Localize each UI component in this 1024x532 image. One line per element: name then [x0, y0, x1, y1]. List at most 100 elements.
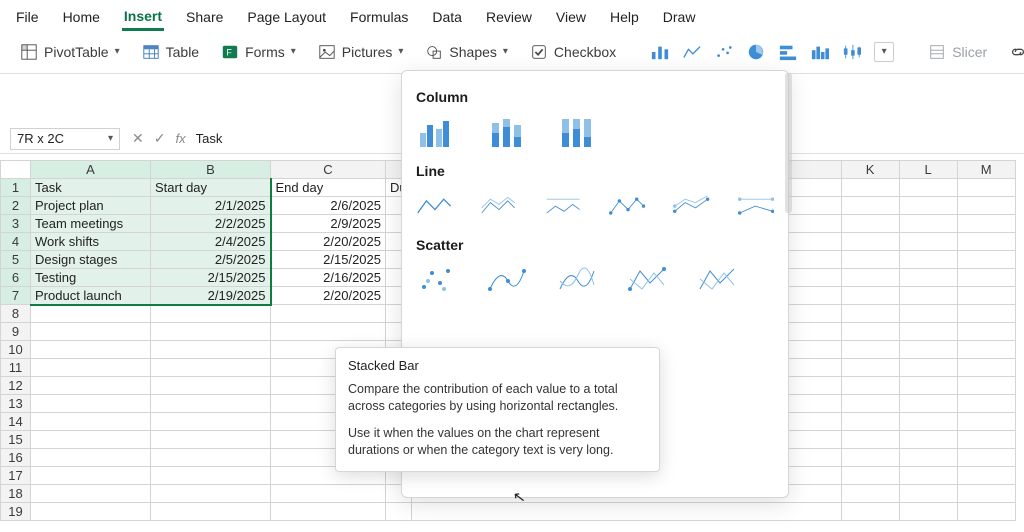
percent-stacked-column-button[interactable] [556, 115, 598, 149]
cell[interactable] [899, 179, 957, 197]
chart-pie-icon[interactable] [746, 43, 766, 61]
tab-data[interactable]: Data [430, 5, 464, 29]
row-header[interactable]: 14 [1, 413, 31, 431]
link-button[interactable]: Link [1003, 39, 1024, 65]
cell[interactable]: 2/5/2025 [151, 251, 271, 269]
col-header-M[interactable]: M [957, 161, 1015, 179]
cell[interactable]: 2/20/2025 [271, 233, 386, 251]
percent-line-markers-button[interactable] [738, 189, 774, 223]
tab-file[interactable]: File [14, 5, 41, 29]
tab-share[interactable]: Share [184, 5, 225, 29]
slicer-icon [928, 43, 946, 61]
row-header[interactable]: 10 [1, 341, 31, 359]
scatter-smooth-button[interactable] [556, 263, 598, 297]
tab-review[interactable]: Review [484, 5, 534, 29]
chart-column-icon[interactable] [650, 43, 670, 61]
pictures-label: Pictures [342, 44, 393, 60]
chart-scatter-icon[interactable] [714, 43, 734, 61]
mouse-cursor-icon: ↖ [512, 487, 527, 507]
cell[interactable]: 2/16/2025 [271, 269, 386, 287]
stacked-line-button[interactable] [480, 189, 516, 223]
pivottable-button[interactable]: PivotTable▾ [14, 39, 126, 65]
tab-insert[interactable]: Insert [122, 4, 164, 31]
panel-scrollbar[interactable] [785, 73, 792, 213]
cell[interactable]: Task [31, 179, 151, 197]
cell[interactable]: 2/1/2025 [151, 197, 271, 215]
cell[interactable]: 2/2/2025 [151, 215, 271, 233]
select-all-corner[interactable] [1, 161, 31, 179]
row-header[interactable]: 12 [1, 377, 31, 395]
fx-icon[interactable]: fx [175, 131, 185, 146]
cell[interactable]: Testing [31, 269, 151, 287]
cell[interactable]: 2/15/2025 [271, 251, 386, 269]
row-header[interactable]: 19 [1, 503, 31, 521]
tab-formulas[interactable]: Formulas [348, 5, 410, 29]
cell[interactable]: Project plan [31, 197, 151, 215]
row-header[interactable]: 3 [1, 215, 31, 233]
row-header[interactable]: 4 [1, 233, 31, 251]
cell[interactable]: 2/19/2025 [151, 287, 271, 305]
tab-page-layout[interactable]: Page Layout [245, 5, 328, 29]
row-header[interactable]: 18 [1, 485, 31, 503]
col-header-B[interactable]: B [151, 161, 271, 179]
forms-button[interactable]: F Forms▾ [215, 39, 302, 65]
row-header[interactable]: 2 [1, 197, 31, 215]
shapes-button[interactable]: Shapes▾ [419, 39, 514, 65]
line-button[interactable] [416, 189, 452, 223]
stacked-column-button[interactable] [486, 115, 528, 149]
cell[interactable]: 2/15/2025 [151, 269, 271, 287]
col-header-L[interactable]: L [899, 161, 957, 179]
row-header[interactable]: 6 [1, 269, 31, 287]
table-button[interactable]: Table [136, 39, 205, 65]
col-header-A[interactable]: A [31, 161, 151, 179]
row-header[interactable]: 11 [1, 359, 31, 377]
cell[interactable]: End day [271, 179, 386, 197]
scatter-button[interactable] [416, 263, 458, 297]
tab-help[interactable]: Help [608, 5, 641, 29]
row-header[interactable]: 1 [1, 179, 31, 197]
row-header[interactable]: 16 [1, 449, 31, 467]
cell[interactable]: Product launch [31, 287, 151, 305]
scatter-smooth-markers-button[interactable] [486, 263, 528, 297]
chart-section-scatter: Scatter [416, 237, 774, 253]
cell[interactable]: Work shifts [31, 233, 151, 251]
tab-home[interactable]: Home [61, 5, 102, 29]
chart-stock-icon[interactable] [842, 43, 862, 61]
row-header[interactable]: 8 [1, 305, 31, 323]
name-box[interactable]: 7R x 2C ▾ [10, 128, 120, 150]
cell[interactable]: 2/20/2025 [271, 287, 386, 305]
percent-stacked-line-button[interactable] [545, 189, 581, 223]
col-header-K[interactable]: K [841, 161, 899, 179]
line-markers-button[interactable] [609, 189, 645, 223]
row-header[interactable]: 9 [1, 323, 31, 341]
pictures-button[interactable]: Pictures▾ [312, 39, 410, 65]
chart-more-button[interactable]: ▾ [874, 42, 894, 62]
cell[interactable]: Start day [151, 179, 271, 197]
tab-view[interactable]: View [554, 5, 588, 29]
cell[interactable]: 2/9/2025 [271, 215, 386, 233]
col-header-C[interactable]: C [271, 161, 386, 179]
chart-histogram-icon[interactable] [810, 43, 830, 61]
cell[interactable]: 2/4/2025 [151, 233, 271, 251]
chart-line-icon[interactable] [682, 43, 702, 61]
row-header[interactable]: 5 [1, 251, 31, 269]
cell[interactable] [841, 179, 899, 197]
clustered-column-button[interactable] [416, 115, 458, 149]
accept-formula-icon[interactable]: ✓ [154, 130, 166, 147]
cell[interactable]: Design stages [31, 251, 151, 269]
checkbox-button[interactable]: Checkbox [524, 39, 622, 65]
cell[interactable]: Team meetings [31, 215, 151, 233]
cell[interactable]: 2/6/2025 [271, 197, 386, 215]
row-header[interactable]: 15 [1, 431, 31, 449]
chart-bar-icon[interactable] [778, 43, 798, 61]
cancel-formula-icon[interactable]: ✕ [132, 130, 144, 147]
row-header[interactable]: 13 [1, 395, 31, 413]
row-header[interactable]: 17 [1, 467, 31, 485]
tab-draw[interactable]: Draw [661, 5, 698, 29]
row-header[interactable]: 7 [1, 287, 31, 305]
table-label: Table [166, 44, 199, 60]
stacked-line-markers-button[interactable] [673, 189, 709, 223]
cell[interactable] [957, 179, 1015, 197]
scatter-straight-markers-button[interactable] [626, 263, 668, 297]
scatter-straight-button[interactable] [696, 263, 738, 297]
